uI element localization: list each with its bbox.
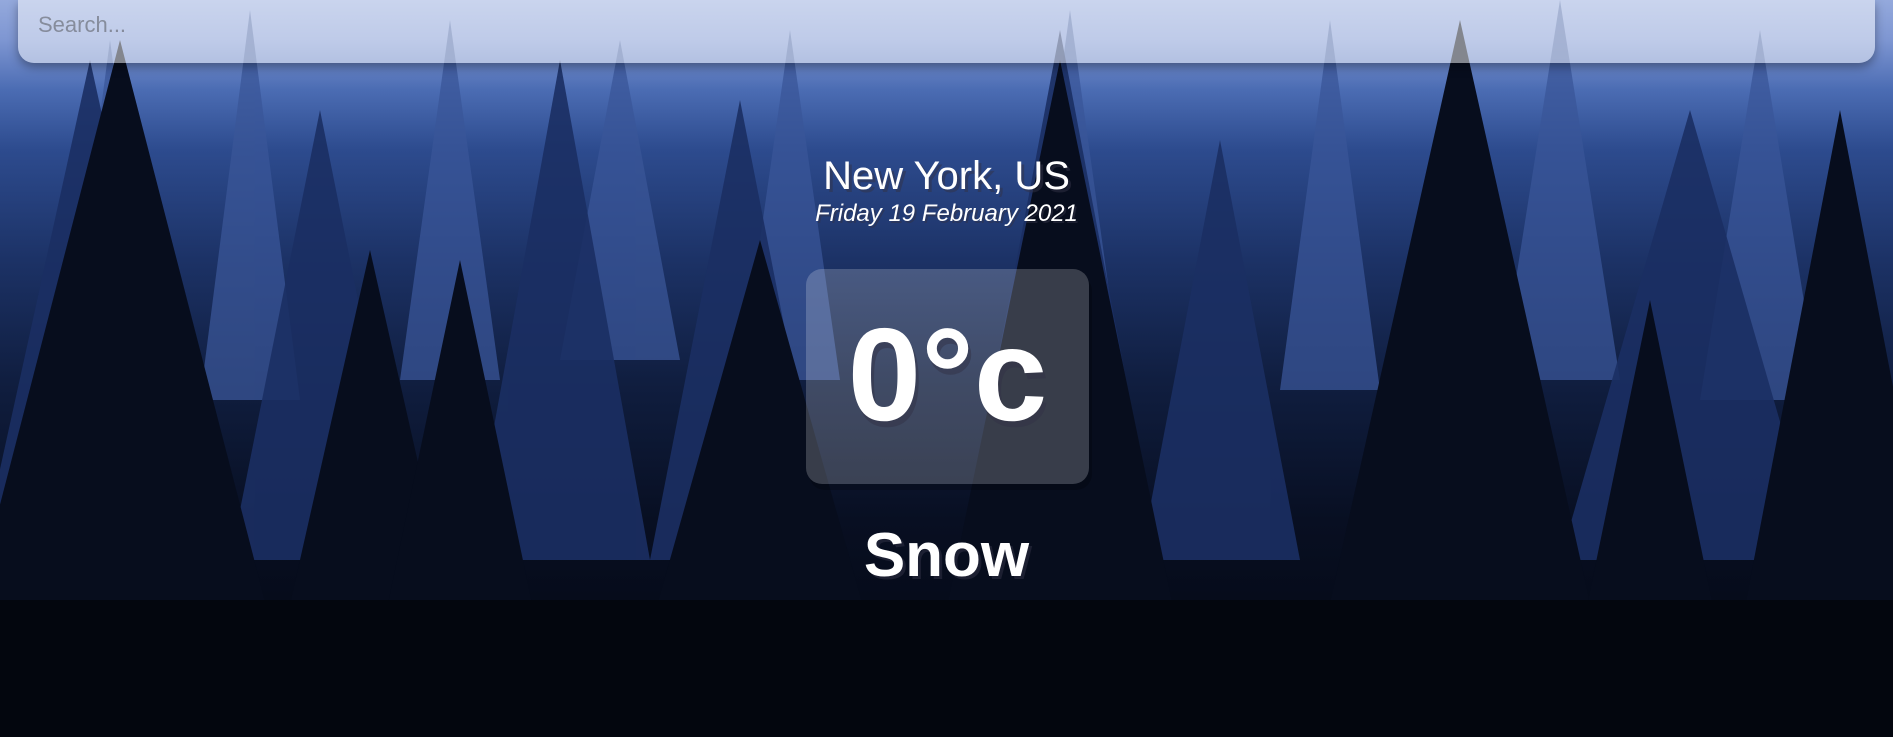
location-name: New York, US xyxy=(823,154,1070,198)
weather-condition: Snow xyxy=(863,521,1030,590)
location-box: New York, US Friday 19 February 2021 xyxy=(0,152,1893,228)
search-box xyxy=(18,0,1875,63)
temperature-box: 0°c xyxy=(806,269,1089,484)
current-date: Friday 19 February 2021 xyxy=(815,200,1078,227)
temperature-value: 0°c xyxy=(847,300,1048,448)
weather-app: New York, US Friday 19 February 2021 0°c… xyxy=(0,0,1893,737)
search-input[interactable] xyxy=(18,0,1875,63)
